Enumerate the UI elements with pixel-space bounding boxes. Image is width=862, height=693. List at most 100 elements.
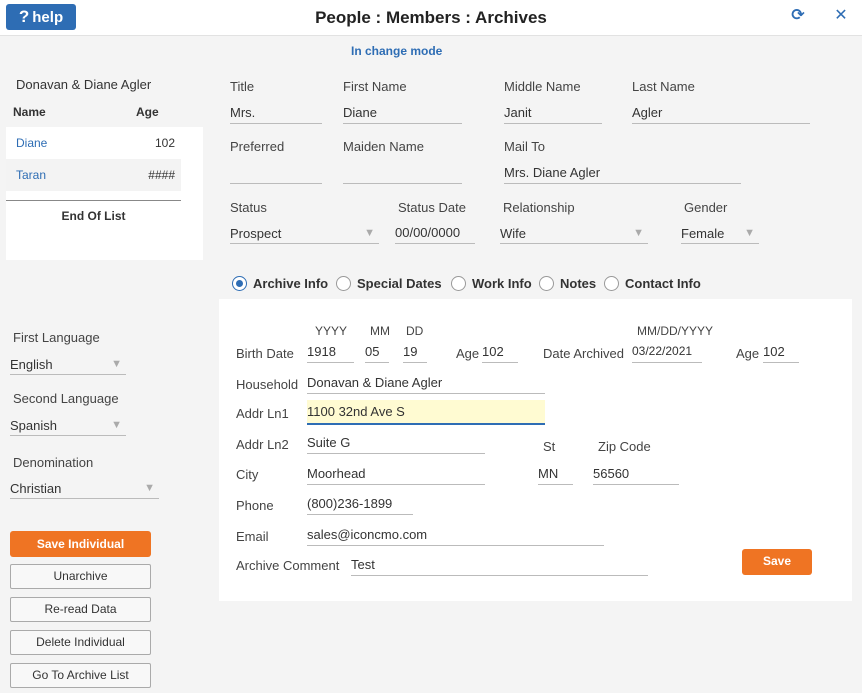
end-of-list: End Of List [6,200,181,223]
household-field[interactable]: Donavan & Diane Agler [307,371,545,394]
gender-label: Gender [684,200,728,215]
status-select[interactable]: Prospect ▼ [230,221,379,244]
household-label: Household [236,377,299,392]
maiden-name-field[interactable] [343,161,462,184]
first-language-select[interactable]: English ▼ [10,352,126,375]
column-header-name: Name [13,105,46,119]
tab-work-info[interactable]: Work Info [472,276,532,291]
gender-value: Female [681,226,725,241]
last-name-label: Last Name [632,79,695,94]
tab-special-dates[interactable]: Special Dates [357,276,442,291]
preferred-label: Preferred [230,139,285,154]
age2-label: Age [736,346,760,361]
birth-month-field[interactable]: 05 [365,340,389,363]
member-name: Diane [16,136,48,150]
dropdown-arrow-icon: ▼ [633,227,644,239]
second-language-label: Second Language [13,391,119,406]
member-age: #### [148,168,175,182]
archive-comment-label: Archive Comment [236,558,340,573]
archive-comment-field[interactable]: Test [351,553,648,576]
save-individual-button[interactable]: Save Individual [10,531,151,557]
tab-archive-info-radio[interactable] [232,276,247,291]
city-field[interactable]: Moorhead [307,462,485,485]
page-title: People : Members : Archives [315,8,547,27]
delete-individual-button[interactable]: Delete Individual [10,630,151,655]
tab-contact-info[interactable]: Contact Info [625,276,701,291]
tab-work-info-radio[interactable] [451,276,466,291]
member-list: Diane 102 Taran #### End Of List [6,127,203,260]
tab-contact-info-radio[interactable] [604,276,619,291]
preferred-field[interactable] [230,161,322,184]
middle-name-label: Middle Name [504,79,581,94]
unarchive-button[interactable]: Unarchive [10,564,151,589]
dropdown-arrow-icon: ▼ [111,419,122,431]
dropdown-arrow-icon: ▼ [364,227,375,239]
date-archived-field[interactable]: 03/22/2021 [632,340,702,363]
household-name: Donavan & Diane Agler [16,77,152,92]
zip-code-field[interactable]: 56560 [593,462,679,485]
first-name-field[interactable]: Diane [343,101,462,124]
title-field[interactable]: Mrs. [230,101,322,124]
status-date-field[interactable]: 00/00/0000 [395,221,475,244]
tab-notes[interactable]: Notes [560,276,596,291]
age-label: Age [456,346,480,361]
middle-name-field[interactable]: Janit [504,101,602,124]
denomination-value: Christian [10,481,62,496]
second-language-select[interactable]: Spanish ▼ [10,413,126,436]
first-name-label: First Name [343,79,407,94]
go-to-archive-list-button[interactable]: Go To Archive List [10,663,151,688]
title-label: Title [230,79,255,94]
denomination-select[interactable]: Christian ▼ [10,476,159,499]
city-label: City [236,467,259,482]
tab-special-dates-radio[interactable] [336,276,351,291]
first-language-label: First Language [13,330,100,345]
date-format-label: MM/DD/YYYY [637,324,714,338]
phone-label: Phone [236,498,274,513]
date-archived-label: Date Archived [543,346,624,361]
status-value: Prospect [230,226,282,241]
mail-to-field[interactable]: Mrs. Diane Agler [504,161,741,184]
last-name-field[interactable]: Agler [632,101,810,124]
addr2-label: Addr Ln2 [236,437,289,452]
dd-label: DD [406,324,424,338]
mail-to-label: Mail To [504,139,545,154]
archive-info-panel: YYYY MM DD Birth Date 1918 05 19 Age 102… [219,299,852,601]
addr1-field[interactable]: 1100 32nd Ave S [307,400,545,425]
member-age: 102 [154,136,175,150]
age-field: 102 [482,340,518,363]
relationship-select[interactable]: Wife ▼ [500,221,648,244]
tab-archive-info[interactable]: Archive Info [253,276,328,291]
dropdown-arrow-icon: ▼ [744,227,755,239]
birth-year-field[interactable]: 1918 [307,340,354,363]
dropdown-arrow-icon: ▼ [144,482,155,494]
birth-day-field[interactable]: 19 [403,340,427,363]
member-row-taran[interactable]: Taran #### [6,159,181,191]
reread-data-button[interactable]: Re-read Data [10,597,151,622]
column-header-age: Age [136,105,159,119]
addr1-label: Addr Ln1 [236,406,289,421]
phone-field[interactable]: (800)236-1899 [307,492,413,515]
save-button[interactable]: Save [742,549,812,575]
birth-date-label: Birth Date [236,346,294,361]
email-field[interactable]: sales@iconcmo.com [307,523,604,546]
relationship-value: Wife [500,226,526,241]
mm-label: MM [370,324,390,338]
second-language-value: Spanish [10,418,57,433]
dropdown-arrow-icon: ▼ [111,358,122,370]
gender-select[interactable]: Female ▼ [681,221,759,244]
archive-age-field: 102 [763,340,799,363]
yyyy-label: YYYY [315,324,348,338]
denomination-label: Denomination [13,455,94,470]
zip-code-label: Zip Code [598,439,651,454]
state-field[interactable]: MN [538,462,573,485]
refresh-icon[interactable]: ⟳ [789,7,807,25]
member-row-diane[interactable]: Diane 102 [6,127,181,159]
email-label: Email [236,529,269,544]
status-date-label: Status Date [398,200,466,215]
first-language-value: English [10,357,53,372]
close-icon[interactable]: ✕ [832,7,850,25]
tab-notes-radio[interactable] [539,276,554,291]
state-label: St [543,439,556,454]
addr2-field[interactable]: Suite G [307,431,485,454]
maiden-name-label: Maiden Name [343,139,424,154]
